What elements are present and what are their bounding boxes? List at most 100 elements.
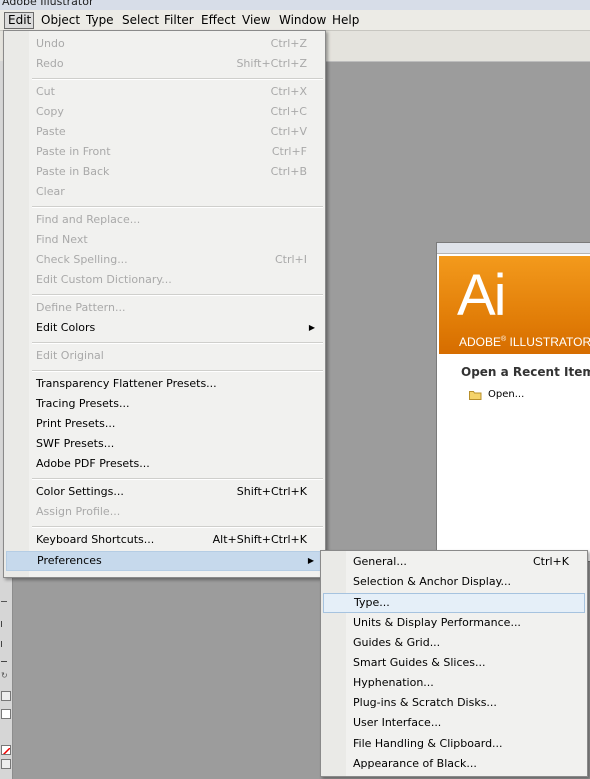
tool-icon[interactable]: [1, 661, 7, 670]
menu-object[interactable]: Object: [41, 12, 80, 29]
menu-item-label: Appearance of Black...: [353, 757, 477, 770]
menu-item-paste-in-front[interactable]: Paste in Front Ctrl+F: [6, 142, 323, 162]
window-title: Adobe Illustrator: [2, 0, 94, 8]
tool-icon[interactable]: [1, 709, 11, 719]
menu-item-edit-original[interactable]: Edit Original: [6, 346, 323, 366]
product-name-suffix: ILLUSTRATOR: [509, 335, 590, 349]
menu-separator: [32, 370, 323, 372]
menu-item-label: Guides & Grid...: [353, 636, 441, 649]
menu-item-label: Units & Display Performance...: [353, 616, 521, 629]
menu-item-label: Find and Replace...: [36, 213, 141, 226]
welcome-titlebar: [437, 243, 590, 254]
menu-item-label: Selection & Anchor Display...: [353, 575, 511, 588]
menu-item-label: Type...: [354, 596, 390, 609]
menu-item-edit-dictionary[interactable]: Edit Custom Dictionary...: [6, 270, 323, 290]
menu-item-preferences[interactable]: Preferences ▶: [6, 551, 323, 571]
menu-item-cut[interactable]: Cut Ctrl+X: [6, 82, 323, 102]
menu-item-label: User Interface...: [353, 716, 442, 729]
menu-item-label: Edit Custom Dictionary...: [36, 273, 172, 286]
menu-separator: [32, 526, 323, 528]
menu-item-selection-anchor[interactable]: Selection & Anchor Display...: [323, 572, 585, 592]
menu-window[interactable]: Window: [279, 12, 326, 29]
stroke-none-icon[interactable]: [1, 745, 11, 755]
menu-item-label: Print Presets...: [36, 417, 116, 430]
menu-item-hyphenation[interactable]: Hyphenation...: [323, 673, 585, 693]
menu-item-label: Keyboard Shortcuts...: [36, 533, 155, 546]
menu-edit[interactable]: Edit: [4, 12, 34, 29]
menu-item-define-pattern[interactable]: Define Pattern...: [6, 298, 323, 318]
menu-help[interactable]: Help: [332, 12, 359, 29]
menu-select[interactable]: Select: [122, 12, 159, 29]
welcome-banner: Ai ADOBE® ILLUSTRATOR: [439, 256, 590, 354]
menu-item-keyboard-shortcuts[interactable]: Keyboard Shortcuts... Alt+Shift+Ctrl+K: [6, 530, 323, 550]
menu-item-label: Preferences: [37, 554, 102, 567]
menu-item-shortcut: Ctrl+K: [532, 555, 569, 568]
menu-item-guides-grid[interactable]: Guides & Grid...: [323, 633, 585, 653]
menu-item-check-spelling[interactable]: Check Spelling... Ctrl+I: [6, 250, 323, 270]
welcome-screen: Ai ADOBE® ILLUSTRATOR Open a Recent Item…: [436, 242, 590, 562]
menu-item-general[interactable]: General... Ctrl+K: [323, 552, 585, 572]
menu-type[interactable]: Type: [86, 12, 114, 29]
menu-item-flattener-presets[interactable]: Transparency Flattener Presets...: [6, 374, 323, 394]
menu-item-find-replace[interactable]: Find and Replace...: [6, 210, 323, 230]
tool-icon[interactable]: [1, 641, 10, 647]
submenu-arrow-icon: ▶: [307, 556, 314, 565]
menu-item-label: SWF Presets...: [36, 437, 115, 450]
menu-item-shortcut: Shift+Ctrl+Z: [236, 57, 307, 70]
menu-item-shortcut: Alt+Shift+Ctrl+K: [212, 533, 307, 546]
window-titlebar: Adobe Illustrator: [0, 0, 590, 10]
menu-item-shortcut: Ctrl+B: [270, 165, 307, 178]
menu-item-find-next[interactable]: Find Next: [6, 230, 323, 250]
menu-item-label: Smart Guides & Slices...: [353, 656, 486, 669]
tool-icon[interactable]: [1, 621, 10, 627]
menu-item-units-display[interactable]: Units & Display Performance...: [323, 613, 585, 633]
menu-item-shortcut: Ctrl+X: [270, 85, 307, 98]
menu-item-label: Adobe PDF Presets...: [36, 457, 150, 470]
menu-item-clear[interactable]: Clear: [6, 182, 323, 202]
menu-item-color-settings[interactable]: Color Settings... Shift+Ctrl+K: [6, 482, 323, 502]
menu-item-swf-presets[interactable]: SWF Presets...: [6, 434, 323, 454]
menu-item-label: Copy: [36, 105, 64, 118]
preferences-submenu: General... Ctrl+K Selection & Anchor Disp…: [320, 550, 588, 777]
tool-icon[interactable]: [1, 601, 7, 610]
menu-item-copy[interactable]: Copy Ctrl+C: [6, 102, 323, 122]
menu-item-assign-profile[interactable]: Assign Profile...: [6, 502, 323, 522]
menu-item-plugins-scratch[interactable]: Plug-ins & Scratch Disks...: [323, 693, 585, 713]
tool-icon[interactable]: [1, 759, 11, 769]
menu-item-label: File Handling & Clipboard...: [353, 737, 503, 750]
menu-item-label: Find Next: [36, 233, 88, 246]
menu-item-appearance-black[interactable]: Appearance of Black...: [323, 754, 585, 774]
menu-item-pdf-presets[interactable]: Adobe PDF Presets...: [6, 454, 323, 474]
tool-icon[interactable]: [1, 691, 11, 701]
menu-item-smart-guides[interactable]: Smart Guides & Slices...: [323, 653, 585, 673]
menu-view[interactable]: View: [242, 12, 270, 29]
menu-item-file-handling[interactable]: File Handling & Clipboard...: [323, 734, 585, 754]
menu-item-label: Clear: [36, 185, 65, 198]
menu-item-label: Plug-ins & Scratch Disks...: [353, 696, 497, 709]
menu-item-label: Edit Original: [36, 349, 104, 362]
menu-item-redo[interactable]: Redo Shift+Ctrl+Z: [6, 54, 323, 74]
menu-item-user-interface[interactable]: User Interface...: [323, 713, 585, 733]
menu-item-undo[interactable]: Undo Ctrl+Z: [6, 34, 323, 54]
menu-separator: [32, 206, 323, 208]
menu-item-tracing-presets[interactable]: Tracing Presets...: [6, 394, 323, 414]
open-link[interactable]: Open...: [488, 389, 524, 400]
menu-item-print-presets[interactable]: Print Presets...: [6, 414, 323, 434]
menu-item-type[interactable]: Type...: [323, 593, 585, 613]
menu-separator: [32, 342, 323, 344]
menu-effect[interactable]: Effect: [201, 12, 236, 29]
menu-filter[interactable]: Filter: [164, 12, 194, 29]
product-name: ADOBE® ILLUSTRATOR: [459, 335, 590, 349]
submenu-arrow-icon: ▶: [308, 323, 315, 332]
menu-item-paste-in-back[interactable]: Paste in Back Ctrl+B: [6, 162, 323, 182]
menu-item-paste[interactable]: Paste Ctrl+V: [6, 122, 323, 142]
menu-item-label: Tracing Presets...: [36, 397, 130, 410]
menu-item-shortcut: Ctrl+C: [270, 105, 307, 118]
rotate-tool-icon[interactable]: ↻: [1, 671, 9, 680]
menu-item-label: Transparency Flattener Presets...: [36, 377, 217, 390]
illustrator-logo: Ai: [457, 263, 507, 328]
menu-item-edit-colors[interactable]: Edit Colors ▶: [6, 318, 323, 338]
menubar: Edit Object Type Select Filter Effect Vi…: [0, 10, 590, 31]
menu-item-shortcut: Ctrl+F: [271, 145, 307, 158]
menu-item-label: Color Settings...: [36, 485, 124, 498]
